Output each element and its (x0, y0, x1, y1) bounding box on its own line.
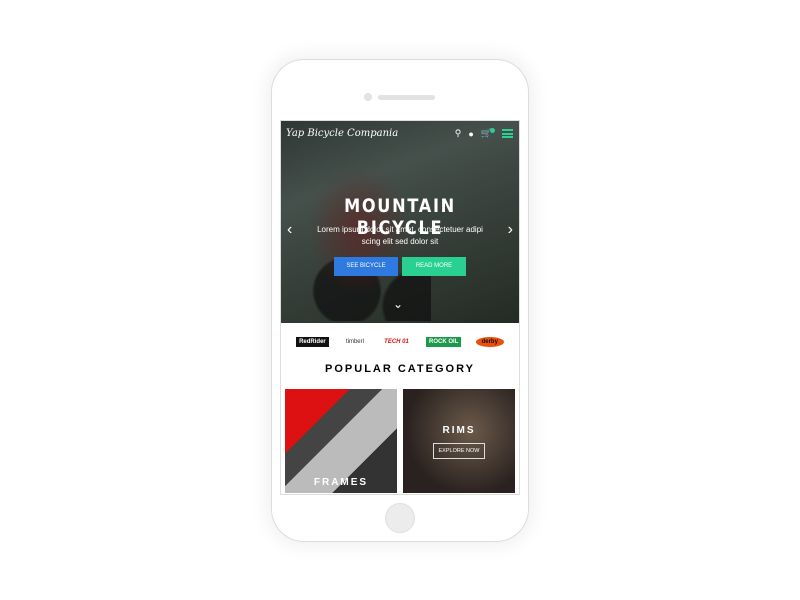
brand-logo-2[interactable]: timberl (343, 337, 367, 347)
category-label: RIMS (442, 425, 476, 436)
category-label: FRAMES (313, 477, 369, 488)
camera (364, 93, 372, 101)
brand-logos: RedRider timberl TECH 01 ROCK OIL derby (281, 323, 519, 361)
chevron-left-icon[interactable]: ‹ (287, 221, 292, 239)
header-icons: ⚲ ● 🛒 (455, 128, 513, 139)
explore-now-button[interactable]: EXPLORE NOW (433, 443, 485, 459)
category-frames[interactable]: FRAMES (285, 389, 397, 493)
user-icon[interactable]: ● (468, 129, 473, 139)
cart-badge (490, 128, 495, 133)
phone-screen: Yap Bicycle Compania ⚲ ● 🛒 MOUNTAIN BICY… (280, 120, 520, 495)
home-button[interactable] (385, 503, 415, 533)
brand-logo-4[interactable]: ROCK OIL (426, 337, 462, 347)
chevron-down-icon[interactable]: ⌄ (393, 297, 403, 311)
menu-icon[interactable] (502, 129, 513, 138)
brand-logo-1[interactable]: RedRider (296, 337, 329, 347)
read-more-button[interactable]: READ MORE (402, 257, 466, 276)
hero-subtitle: Lorem ipsum dolor sit amet, consectetuer… (317, 225, 483, 246)
chevron-right-icon[interactable]: › (508, 221, 513, 239)
brand-logo[interactable]: Yap Bicycle Compania (286, 128, 398, 139)
see-bicycle-button[interactable]: SEE BICYCLE (334, 257, 398, 276)
category-grid: FRAMES RIMS EXPLORE NOW (281, 389, 519, 493)
category-rims[interactable]: RIMS EXPLORE NOW (403, 389, 515, 493)
brand-logo-3[interactable]: TECH 01 (381, 337, 412, 347)
brand-logo-5[interactable]: derby (475, 337, 504, 347)
search-icon[interactable]: ⚲ (455, 128, 462, 139)
speaker (378, 95, 435, 100)
section-heading: POPULAR CATEGORY (325, 363, 475, 375)
cart-icon[interactable]: 🛒 (481, 128, 495, 139)
hero-slider: Yap Bicycle Compania ⚲ ● 🛒 MOUNTAIN BICY… (281, 121, 519, 323)
